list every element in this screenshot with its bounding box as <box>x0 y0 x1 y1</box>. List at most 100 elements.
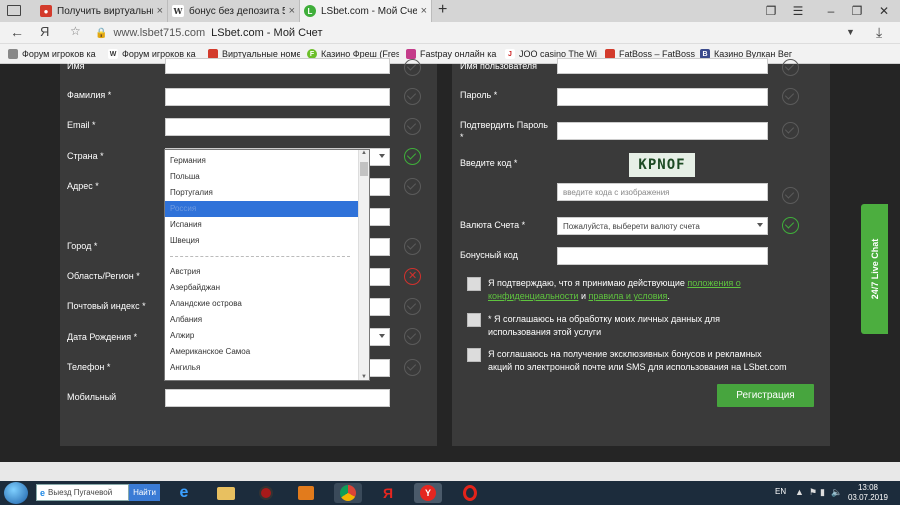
network-icon[interactable]: ▮ <box>820 487 825 498</box>
menu-icon[interactable]: ☰ <box>787 2 809 20</box>
country-option[interactable]: Швеция <box>165 233 358 249</box>
address-bar-row: ← Я ☆ 🔒 www.lsbet715.com LSbet.com - Мой… <box>0 22 900 44</box>
flag-icon[interactable]: ⚑ <box>809 487 817 498</box>
yandex-browser-icon[interactable]: Y <box>414 483 442 503</box>
taskbar-clock[interactable]: 13:08 03.07.2019 <box>843 483 893 503</box>
register-button[interactable]: Регистрация <box>717 384 814 407</box>
data-processing-text: * Я соглашаюсь на обработку моих личных … <box>488 314 721 337</box>
country-option[interactable]: Испания <box>165 217 358 233</box>
country-option[interactable]: Азербайджан <box>165 280 358 296</box>
wikipedia-icon: W <box>172 5 184 17</box>
browser-tab-2[interactable]: W бонус без депозита 5 евро × <box>168 0 300 22</box>
start-button[interactable] <box>4 482 28 504</box>
dropdown-separator <box>170 256 350 257</box>
privacy-terms-checkbox[interactable] <box>467 277 481 291</box>
url-field[interactable]: 🔒 www.lsbet715.com LSbet.com - Мой Счет <box>95 24 840 42</box>
forum-icon <box>8 49 18 59</box>
email-input[interactable] <box>165 118 390 136</box>
country-option[interactable]: Португалия <box>165 185 358 201</box>
language-indicator[interactable]: EN <box>775 487 786 496</box>
currency-select[interactable]: Пожалуйста, выберети валюту счета <box>557 217 768 235</box>
terms-link[interactable]: правила и условия <box>588 291 667 301</box>
video-player-icon[interactable] <box>292 483 320 503</box>
confirm-password-check-icon <box>782 122 799 139</box>
yandex-icon[interactable]: Я <box>374 483 402 503</box>
file-explorer-icon[interactable] <box>212 483 240 503</box>
postal-label: Почтовый индекс * <box>67 301 146 311</box>
chrome-icon[interactable] <box>334 483 362 503</box>
address-check-icon <box>404 178 421 195</box>
scroll-down-icon[interactable]: ▼ <box>361 374 367 380</box>
yandex-icon[interactable]: Я <box>40 24 49 39</box>
download-icon[interactable]: ⤓ <box>876 24 882 41</box>
country-option[interactable]: Австрия <box>165 264 358 280</box>
tab-close-icon[interactable]: × <box>289 5 295 17</box>
tab-close-icon[interactable]: × <box>157 5 163 17</box>
dropdown-scrollbar[interactable]: ▲ ▼ <box>358 150 369 380</box>
birthdate-check-icon <box>404 328 421 345</box>
confirm-password-input[interactable] <box>557 122 768 140</box>
promotions-text: Я соглашаюсь на получение эксклюзивных б… <box>488 349 787 372</box>
browser-tab-active[interactable]: L LSbet.com - Мой Счет × <box>300 0 432 22</box>
taskbar-search-input[interactable]: e Выезд Пугачевой <box>36 484 129 501</box>
promotions-checkbox[interactable] <box>467 348 481 362</box>
volume-icon[interactable]: 🔈 <box>831 487 842 498</box>
opera-icon[interactable] <box>456 483 484 503</box>
city-label: Город * <box>67 241 98 251</box>
region-error-icon <box>404 268 421 285</box>
media-app-icon[interactable] <box>252 483 280 503</box>
internet-explorer-icon[interactable]: e <box>170 483 198 503</box>
bookmark-item[interactable]: Fastpay онлайн ка <box>406 47 498 61</box>
browser-tab-1[interactable]: ● Получить виртуальный но × <box>36 0 168 22</box>
chevron-down-icon <box>379 334 385 338</box>
dropdown-arrow-icon[interactable]: ▼ <box>846 27 855 37</box>
country-option[interactable]: Ангилья <box>165 360 358 376</box>
taskbar-search-button[interactable]: Найти <box>129 484 160 501</box>
data-processing-checkbox[interactable] <box>467 313 481 327</box>
country-option[interactable]: Аландские острова <box>165 296 358 312</box>
password-label: Пароль * <box>460 90 498 100</box>
mobile-label: Мобильный <box>67 392 117 402</box>
url-domain: www.lsbet715.com <box>113 27 206 39</box>
country-option[interactable]: Американское Самоа <box>165 344 358 360</box>
sidebar-toggle-icon[interactable] <box>7 5 21 16</box>
chevron-down-icon <box>379 154 385 158</box>
live-chat-button[interactable]: 24/7 Live Chat <box>861 204 888 334</box>
ie-small-icon: e <box>40 487 46 498</box>
mobile-input[interactable] <box>165 389 390 407</box>
browser-tab-bar: ● Получить виртуальный но × W бонус без … <box>0 0 900 22</box>
bookmark-item[interactable]: Форум игроков ка <box>8 47 98 61</box>
star-icon[interactable]: ☆ <box>70 24 81 38</box>
username-input[interactable] <box>557 58 768 74</box>
new-tab-button[interactable]: + <box>438 1 447 19</box>
back-arrow-icon[interactable]: ← <box>10 24 24 40</box>
country-option[interactable]: Германия <box>165 153 358 169</box>
country-dropdown-list[interactable]: Германия Польша Португалия Россия Испани… <box>164 149 370 381</box>
country-option-selected[interactable]: Россия <box>165 201 358 217</box>
captcha-image: KPNOF <box>629 153 695 177</box>
tab-close-icon[interactable]: × <box>421 5 427 17</box>
minimize-icon[interactable]: – <box>820 2 842 20</box>
country-option[interactable]: Алжир <box>165 328 358 344</box>
bonus-code-label: Бонусный код <box>460 250 518 260</box>
captcha-input[interactable]: введите кода с изображения <box>557 183 768 201</box>
collections-icon[interactable]: ❐ <box>760 2 782 20</box>
password-input[interactable] <box>557 88 768 106</box>
country-check-icon <box>404 148 421 165</box>
lastname-label: Фамилия * <box>67 90 112 100</box>
restore-icon[interactable]: ❐ <box>846 2 868 20</box>
firstname-input[interactable] <box>165 58 390 74</box>
close-window-icon[interactable]: ✕ <box>873 2 895 20</box>
wikipedia-icon: W <box>108 49 118 59</box>
phone-label: Телефон * <box>67 362 111 372</box>
scrollbar-thumb[interactable] <box>360 162 368 176</box>
tray-arrow-icon[interactable]: ▲ <box>795 487 804 497</box>
lastname-check-icon <box>404 88 421 105</box>
lastname-input[interactable] <box>165 88 390 106</box>
scroll-up-icon[interactable]: ▲ <box>361 150 367 156</box>
confirm-password-label: Подтвердить Пароль * <box>460 120 548 142</box>
country-option[interactable]: Албания <box>165 312 358 328</box>
bonus-code-input[interactable] <box>557 247 768 265</box>
country-option[interactable]: Польша <box>165 169 358 185</box>
captcha-label: Введите код * <box>460 158 518 168</box>
